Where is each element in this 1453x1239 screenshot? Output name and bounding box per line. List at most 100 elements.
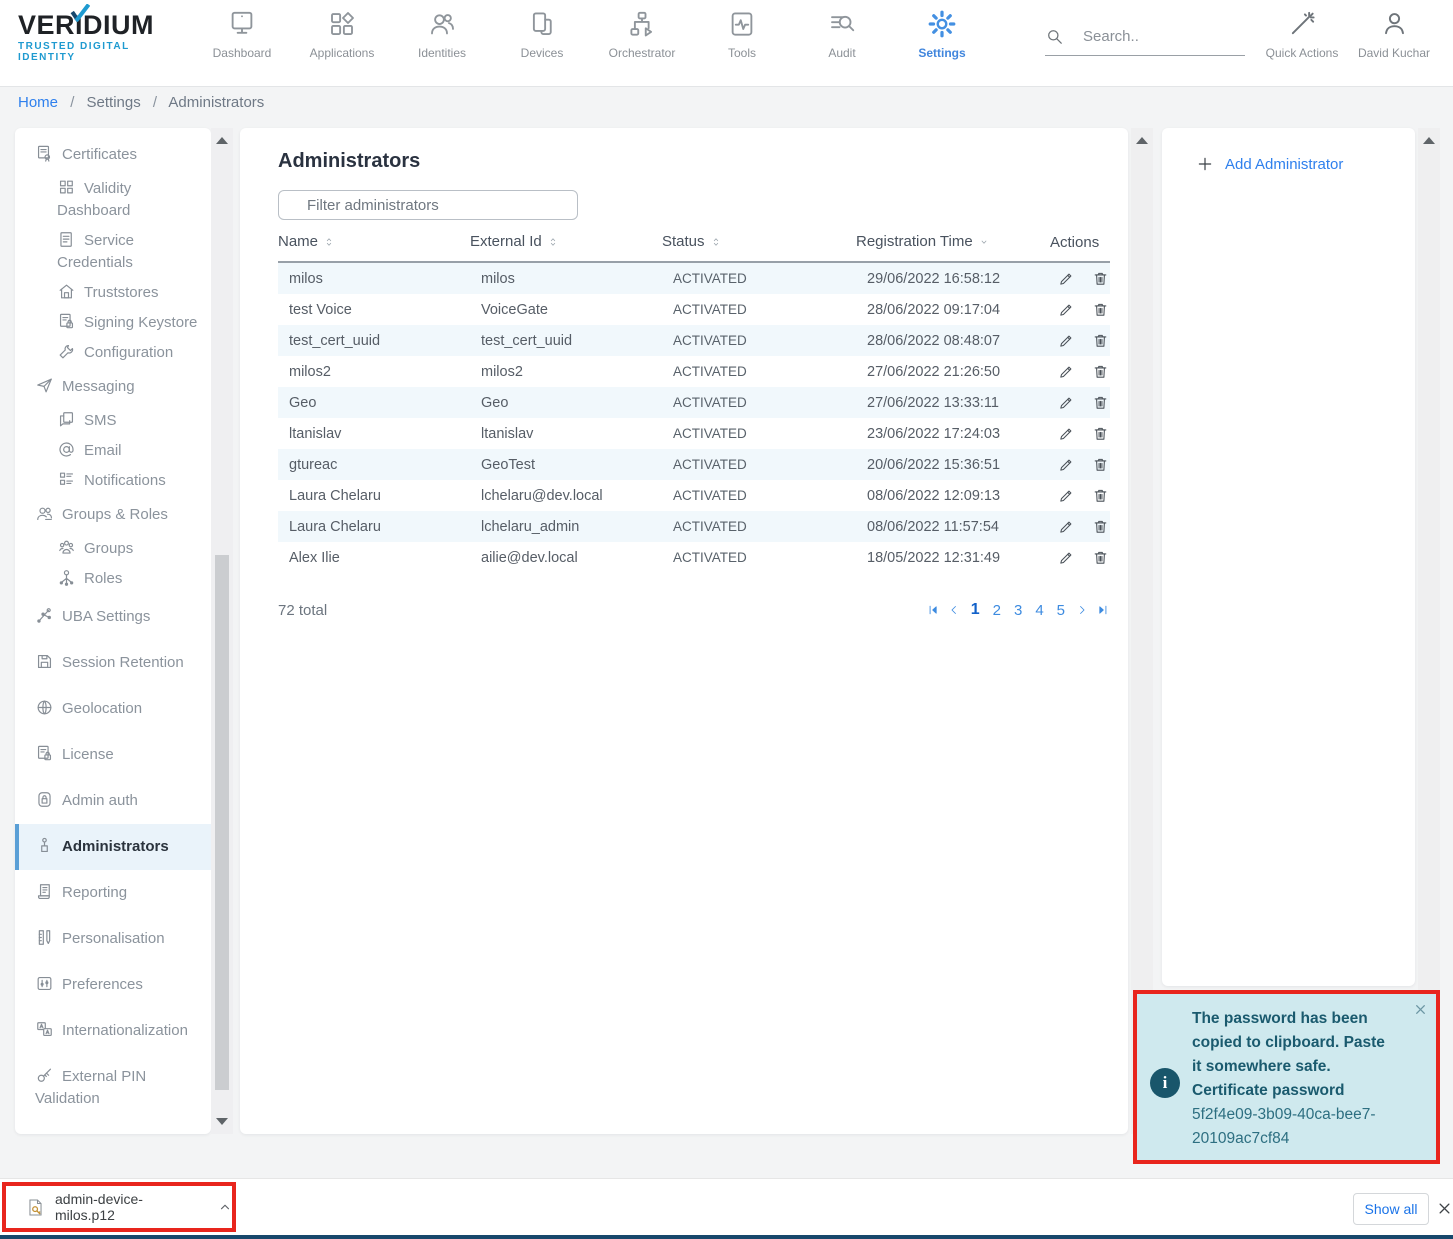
delete-button[interactable] — [1092, 456, 1109, 473]
edit-button[interactable] — [1058, 518, 1075, 535]
sidebar-item-groups-roles[interactable]: Groups & Roles — [15, 496, 211, 534]
user-icon — [1380, 9, 1409, 38]
page-number-4[interactable]: 4 — [1032, 602, 1046, 619]
sidebar-item-validity-dashboard[interactable]: Validity Dashboard — [15, 174, 211, 226]
nav-item-dashboard[interactable]: Dashboard — [192, 9, 292, 60]
delete-button[interactable] — [1092, 518, 1109, 535]
sidebar-item-administrators[interactable]: Administrators — [15, 824, 211, 870]
page-last-button[interactable] — [1096, 603, 1110, 617]
sidebar-item-groups[interactable]: Groups — [15, 534, 211, 564]
edit-button[interactable] — [1058, 301, 1075, 318]
column-header-registration-time[interactable]: Registration Time — [856, 233, 1050, 262]
sidebar-item-session-retention[interactable]: Session Retention — [15, 640, 211, 686]
sidebar-item-radius-clients[interactable]: Radius Clients — [15, 1122, 211, 1134]
edit-button[interactable] — [1058, 394, 1075, 411]
cell-name: ltanislav — [278, 418, 470, 449]
sidebar-item-admin-auth[interactable]: Admin auth — [15, 778, 211, 824]
chevron-up-icon[interactable] — [218, 1200, 232, 1214]
column-header-actions: Actions — [1050, 233, 1110, 262]
column-header-name[interactable]: Name — [278, 233, 470, 262]
sidebar-item-roles[interactable]: Roles — [15, 564, 211, 594]
column-header-status[interactable]: Status — [662, 233, 856, 262]
edit-button[interactable] — [1058, 270, 1075, 287]
toast-close-icon[interactable] — [1414, 1003, 1427, 1016]
sidebar-item-notifications[interactable]: Notifications — [15, 466, 211, 496]
delete-button[interactable] — [1092, 332, 1109, 349]
sidebar-item-preferences[interactable]: Preferences — [15, 962, 211, 1008]
delete-button[interactable] — [1092, 487, 1109, 504]
cell-external-id: lchelaru_admin — [470, 511, 662, 542]
sidebar-item-uba-settings[interactable]: UBA Settings — [15, 594, 211, 640]
nav-item-label: Applications — [310, 46, 375, 60]
main-scrollbar[interactable] — [1131, 128, 1153, 1134]
sidebar-item-configuration[interactable]: Configuration — [15, 338, 211, 368]
sidebar-item-external-pin-validation[interactable]: External PIN Validation — [15, 1054, 211, 1122]
table-row: ltanislavltanislavACTIVATED23/06/2022 17… — [278, 418, 1110, 449]
page-number-2[interactable]: 2 — [990, 602, 1004, 619]
sidebar-item-license[interactable]: License — [15, 732, 211, 778]
nav-item-settings[interactable]: Settings — [892, 9, 992, 60]
delete-button[interactable] — [1092, 301, 1109, 318]
user-menu-button[interactable]: David Kuchar — [1352, 9, 1436, 60]
sidebar-item-label: Roles — [84, 570, 122, 587]
scroll-up-arrow-icon[interactable] — [1423, 137, 1435, 144]
top-header: VERIDIUM TRUSTED DIGITAL IDENTITY Dashbo… — [0, 0, 1453, 87]
nav-item-applications[interactable]: Applications — [292, 9, 392, 60]
sidebar-item-reporting[interactable]: Reporting — [15, 870, 211, 916]
edit-button[interactable] — [1058, 363, 1075, 380]
search-input[interactable] — [1081, 27, 1240, 46]
edit-button[interactable] — [1058, 549, 1075, 566]
page-number-3[interactable]: 3 — [1011, 602, 1025, 619]
page-number-5[interactable]: 5 — [1054, 602, 1068, 619]
page-number-1[interactable]: 1 — [968, 601, 983, 619]
edit-button[interactable] — [1058, 425, 1075, 442]
page-first-button[interactable] — [926, 603, 940, 617]
delete-button[interactable] — [1092, 363, 1109, 380]
quick-actions-button[interactable]: Quick Actions — [1262, 9, 1342, 60]
sidebar-item-truststores[interactable]: Truststores — [15, 278, 211, 308]
sidebar-item-personalisation[interactable]: Personalisation — [15, 916, 211, 962]
nav-item-orchestrator[interactable]: Orchestrator — [592, 9, 692, 60]
sidebar-item-internationalization[interactable]: Internationalization — [15, 1008, 211, 1054]
sidebar-item-geolocation[interactable]: Geolocation — [15, 686, 211, 732]
breadcrumb-home-link[interactable]: Home — [18, 94, 58, 111]
edit-button[interactable] — [1058, 487, 1075, 504]
sidebar-item-certificates[interactable]: Certificates — [15, 136, 211, 174]
scrollbar-thumb[interactable] — [215, 555, 229, 1090]
veridium-logo[interactable]: VERIDIUM TRUSTED DIGITAL IDENTITY — [18, 11, 188, 63]
page-prev-button[interactable] — [947, 603, 961, 617]
sidebar-item-email[interactable]: Email — [15, 436, 211, 466]
sidebar-item-service-credentials[interactable]: Service Credentials — [15, 226, 211, 278]
downloaded-file-item[interactable]: admin-device-milos.p12 — [2, 1182, 236, 1232]
nav-item-tools[interactable]: Tools — [692, 9, 792, 60]
filter-administrators-input[interactable] — [278, 190, 578, 220]
delete-button[interactable] — [1092, 394, 1109, 411]
delete-button[interactable] — [1092, 425, 1109, 442]
delete-button[interactable] — [1092, 549, 1109, 566]
sidebar-item-signing-keystore[interactable]: Signing Keystore — [15, 308, 211, 338]
edit-button[interactable] — [1058, 456, 1075, 473]
cell-name: Laura Chelaru — [278, 511, 470, 542]
sidebar-item-messaging[interactable]: Messaging — [15, 368, 211, 406]
add-administrator-button[interactable]: Add Administrator — [1196, 155, 1415, 173]
cell-name: gtureac — [278, 449, 470, 480]
delete-button[interactable] — [1092, 270, 1109, 287]
column-header-external-id[interactable]: External Id — [470, 233, 662, 262]
sidebar-scrollbar[interactable] — [211, 128, 233, 1134]
nav-item-devices[interactable]: Devices — [492, 9, 592, 60]
nav-item-audit[interactable]: Audit — [792, 9, 892, 60]
nav-item-identities[interactable]: Identities — [392, 9, 492, 60]
applications-icon — [327, 9, 357, 39]
show-all-downloads-button[interactable]: Show all — [1353, 1193, 1429, 1225]
sidebar-item-sms[interactable]: SMS — [15, 406, 211, 436]
downloads-bar-close-icon[interactable] — [1437, 1201, 1452, 1216]
global-search — [1045, 27, 1245, 56]
sidebar-item-label: Notifications — [84, 472, 166, 489]
scroll-up-arrow-icon[interactable] — [1136, 137, 1148, 144]
sidebar-item-label: Reporting — [62, 884, 127, 901]
scroll-down-arrow-icon[interactable] — [216, 1118, 228, 1125]
scroll-up-arrow-icon[interactable] — [216, 137, 228, 144]
page-next-button[interactable] — [1075, 603, 1089, 617]
panel-scrollbar[interactable] — [1418, 128, 1440, 1134]
edit-button[interactable] — [1058, 332, 1075, 349]
